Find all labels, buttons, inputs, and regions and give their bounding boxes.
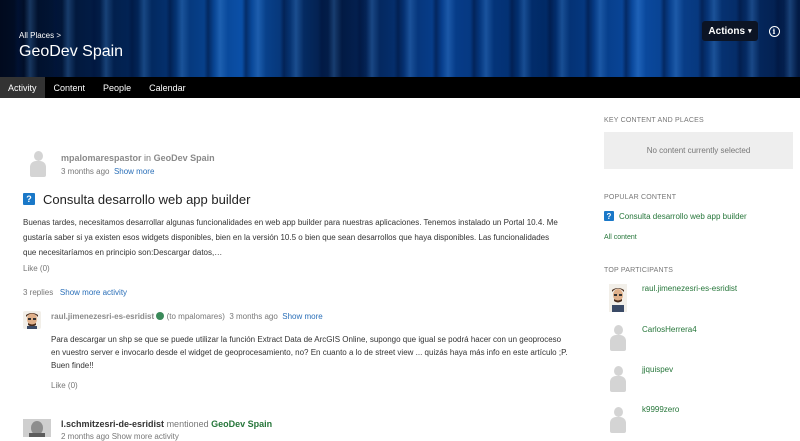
- right-sidebar: KEY CONTENT AND PLACES No content curren…: [604, 98, 794, 437]
- all-content-link[interactable]: All content: [604, 234, 637, 241]
- mention-place[interactable]: GeoDev Spain: [211, 419, 272, 429]
- show-more-link[interactable]: Show more: [282, 312, 322, 321]
- reply-author[interactable]: raul.jimenezesri-es-esridist: [51, 312, 154, 321]
- show-more-link[interactable]: Show more: [114, 167, 154, 176]
- participant-name[interactable]: raul.jimenezesri-es-esridist: [642, 284, 737, 293]
- question-icon: ?: [604, 211, 614, 221]
- avatar[interactable]: [610, 407, 626, 433]
- participant-name[interactable]: k9999zero: [642, 405, 679, 414]
- globe-icon: [156, 312, 165, 320]
- tab-people[interactable]: People: [94, 77, 140, 98]
- post-body: Buenas tardes, necesitamos desarrollar a…: [23, 218, 558, 257]
- key-content-heading: KEY CONTENT AND PLACES: [604, 117, 704, 124]
- avatar[interactable]: [609, 284, 627, 312]
- reply-author-line: raul.jimenezesri-es-esridist (to mpaloma…: [51, 312, 323, 321]
- like-button[interactable]: Like (0): [23, 264, 50, 273]
- popular-item[interactable]: Consulta desarrollo web app builder: [619, 212, 747, 221]
- actions-label: Actions: [708, 25, 746, 37]
- post-title[interactable]: Consulta desarrollo web app builder: [43, 192, 250, 207]
- avatar[interactable]: [23, 311, 41, 329]
- page-title: GeoDev Spain: [19, 43, 124, 60]
- reply-time: 3 months ago: [229, 312, 278, 321]
- avatar[interactable]: [30, 151, 46, 177]
- participant-name[interactable]: CarlosHerrera4: [642, 325, 697, 334]
- like-button[interactable]: Like (0): [51, 381, 78, 390]
- avatar[interactable]: [610, 325, 626, 351]
- breadcrumb[interactable]: All Places >: [19, 31, 61, 40]
- mention-line: l.schmitzesri-de-esridist mentioned GeoD…: [61, 419, 273, 429]
- reply-body: Para descargar un shp se que se puede ut…: [51, 335, 568, 370]
- post-author-line: mpalomarespastor in GeoDev Spain: [61, 153, 215, 163]
- post-author[interactable]: mpalomarespastor: [61, 153, 142, 163]
- replies-count: 3 replies: [23, 288, 54, 297]
- participant-name[interactable]: jjquispev: [642, 365, 673, 374]
- replies-line: 3 replies Show more activity: [23, 288, 127, 297]
- show-more-activity-link[interactable]: Show more activity: [60, 288, 127, 297]
- info-icon: i: [768, 25, 780, 37]
- post-place[interactable]: GeoDev Spain: [154, 153, 215, 163]
- post-time: 3 months ago: [61, 167, 110, 176]
- tab-activity[interactable]: Activity: [0, 77, 45, 98]
- top-participants-heading: TOP PARTICIPANTS: [604, 267, 674, 274]
- post-meta: 3 months ago Show more: [61, 167, 154, 176]
- reply-to: (to mpalomares): [166, 312, 225, 321]
- place-nav: Activity Content People Calendar: [0, 77, 800, 98]
- info-button[interactable]: i: [765, 22, 783, 40]
- avatar[interactable]: [23, 419, 51, 437]
- tab-content[interactable]: Content: [45, 77, 95, 98]
- question-icon: ?: [23, 193, 35, 205]
- actions-button[interactable]: Actions ▾: [702, 21, 758, 41]
- tab-calendar[interactable]: Calendar: [140, 77, 195, 98]
- place-banner: [0, 0, 800, 77]
- no-content-box: No content currently selected: [604, 132, 793, 169]
- activity-stream: mpalomarespastor in GeoDev Spain 3 month…: [0, 98, 580, 441]
- chevron-down-icon: ▾: [748, 28, 752, 35]
- popular-content-heading: POPULAR CONTENT: [604, 194, 677, 201]
- mention-author[interactable]: l.schmitzesri-de-esridist: [61, 419, 164, 429]
- avatar[interactable]: [610, 366, 626, 392]
